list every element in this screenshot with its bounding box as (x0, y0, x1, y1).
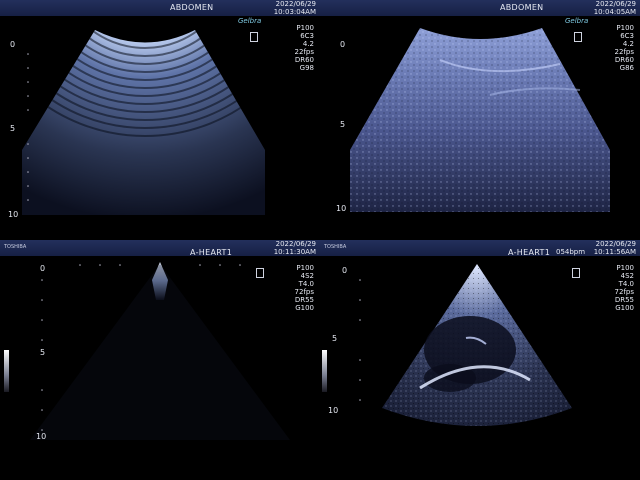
depth-mark-10: 10 (336, 204, 347, 213)
depth-mark-5: 5 (340, 120, 346, 129)
depth-mark-5: 5 (332, 334, 338, 343)
ultrasound-panel-1: ABDOMEN 2022/06/29 10:03:04AM Gelbra P10… (0, 0, 320, 240)
focus-marker-icon (250, 32, 258, 42)
focus-marker-icon (256, 268, 264, 278)
scan-image (22, 30, 265, 215)
scan-image (350, 28, 610, 212)
grayscale-bar (322, 350, 327, 392)
depth-mark-10: 10 (36, 432, 47, 441)
ultrasound-panel-4: TOSHIBA A-HEART1 054bpm 2022/06/29 10:11… (320, 240, 640, 480)
scan-image (359, 264, 572, 426)
grayscale-bar (4, 350, 9, 392)
focus-marker-icon (574, 32, 582, 42)
ultrasound-panel-3: TOSHIBA A-HEART1 2022/06/29 10:11:30AM P… (0, 240, 320, 480)
depth-mark-0: 0 (40, 264, 46, 273)
depth-mark-10: 10 (328, 406, 339, 415)
depth-mark-10: 10 (8, 210, 19, 219)
depth-mark-0: 0 (342, 266, 348, 275)
depth-mark-0: 0 (10, 40, 16, 49)
ultrasound-panel-2: ABDOMEN 2022/06/29 10:04:05AM Gelbra P10… (320, 0, 640, 240)
depth-mark-5: 5 (10, 124, 16, 133)
focus-marker-icon (572, 268, 580, 278)
depth-mark-0: 0 (340, 40, 346, 49)
depth-mark-5: 5 (40, 348, 46, 357)
scan-image (30, 262, 290, 440)
